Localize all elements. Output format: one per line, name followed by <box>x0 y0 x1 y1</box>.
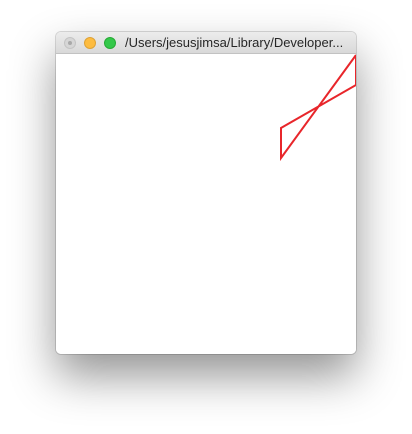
desktop: /Users/jesusjimsa/Library/Developer... <box>0 0 412 434</box>
zoom-button[interactable] <box>104 37 116 49</box>
window-title: /Users/jesusjimsa/Library/Developer... <box>125 35 344 50</box>
drawing-canvas[interactable] <box>56 54 356 354</box>
app-window: /Users/jesusjimsa/Library/Developer... <box>56 32 356 354</box>
close-button[interactable] <box>64 37 76 49</box>
canvas-drawing <box>280 54 356 162</box>
title-bar[interactable]: /Users/jesusjimsa/Library/Developer... <box>56 32 356 54</box>
red-bowtie-shape <box>280 54 356 162</box>
minimize-button[interactable] <box>84 37 96 49</box>
